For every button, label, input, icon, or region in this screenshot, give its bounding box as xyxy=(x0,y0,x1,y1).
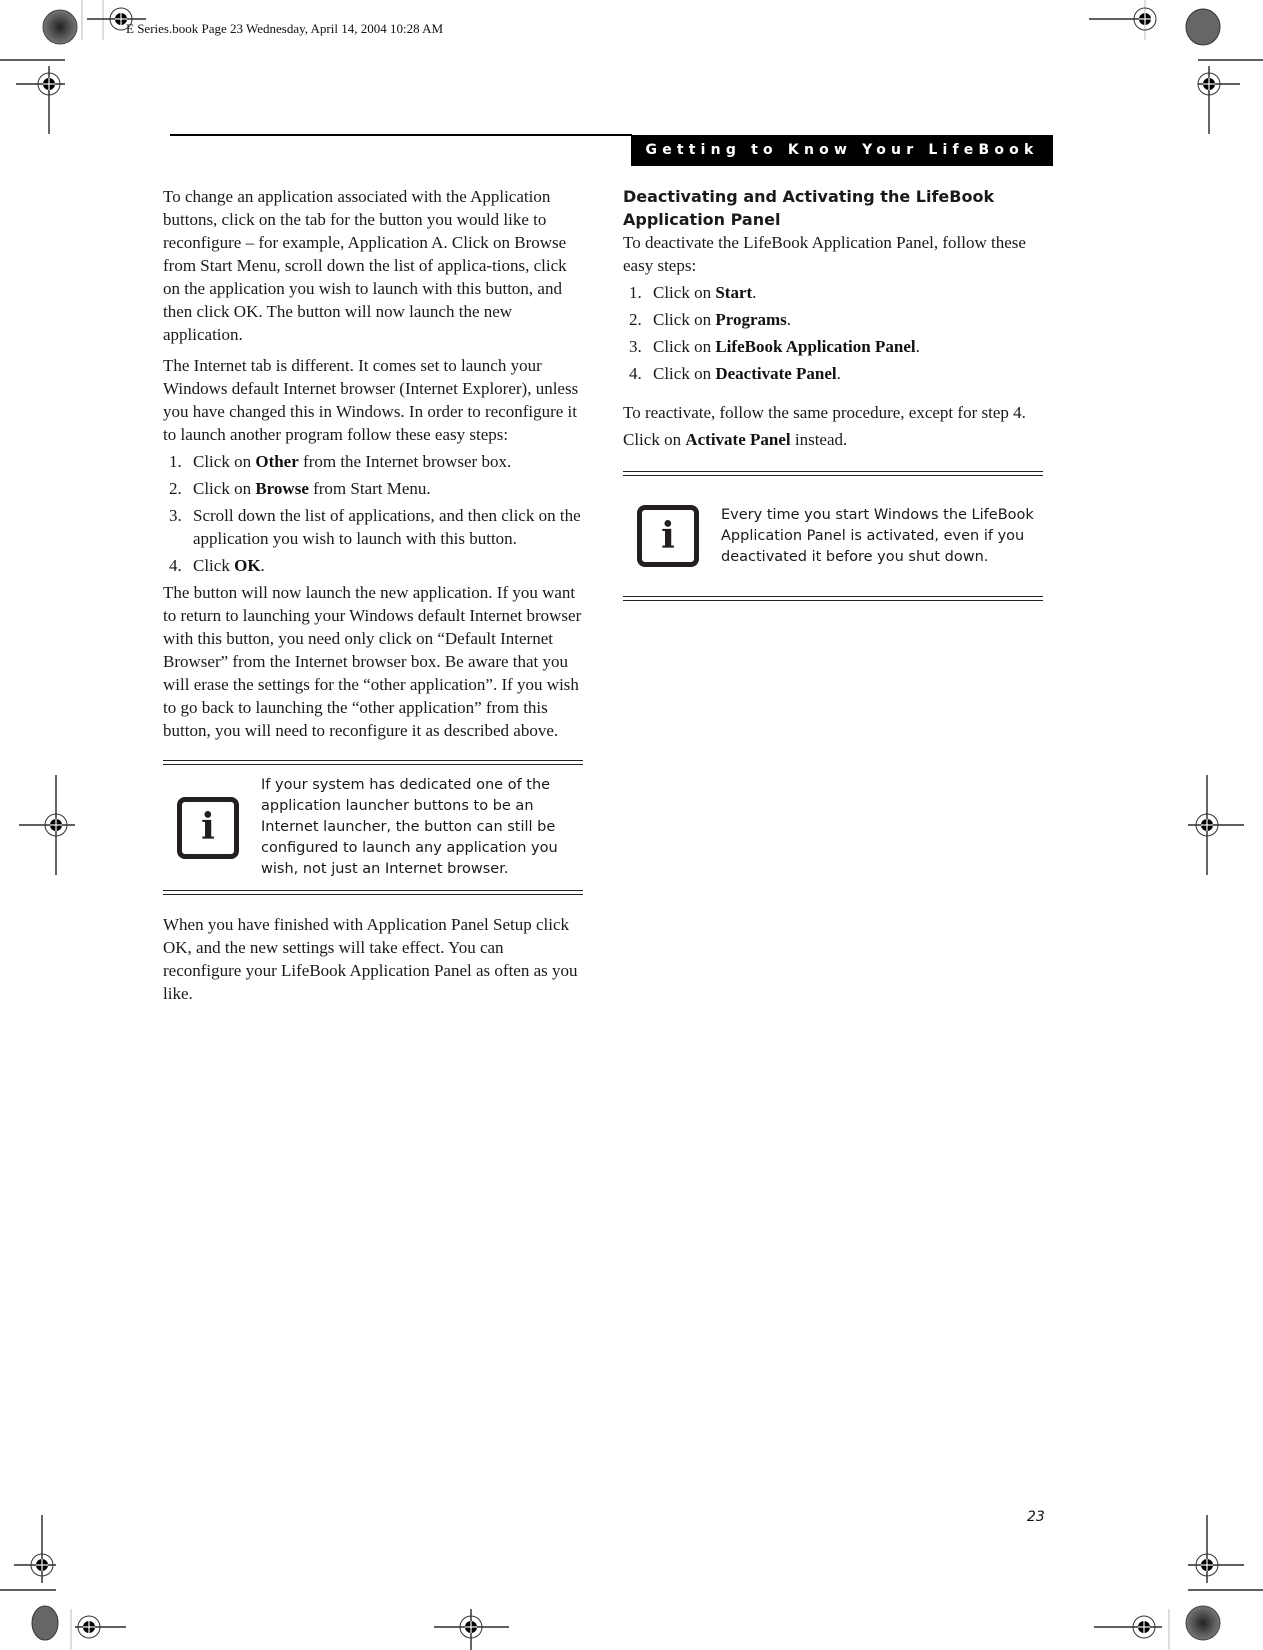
list-item: 3. Scroll down the list of applications, … xyxy=(163,504,583,550)
header-rule xyxy=(170,134,632,136)
section-heading: Deactivating and Activating the LifeBook… xyxy=(623,187,995,229)
paragraph-text: instead. xyxy=(790,430,848,449)
step-text: Click xyxy=(193,556,235,575)
step-text: Click on xyxy=(653,364,716,383)
paragraph: To reactivate, follow the same procedure… xyxy=(623,399,1043,453)
step-text: Click on xyxy=(653,337,716,356)
paragraph: To deactivate the LifeBook Application P… xyxy=(623,233,1026,275)
info-icon: i xyxy=(177,796,239,859)
step-number: 3. xyxy=(169,506,182,525)
info-icon: i xyxy=(637,505,699,567)
step-text: Scroll down the list of applications, an… xyxy=(193,506,581,548)
steps-list: 1. Click on Other from the Internet brows… xyxy=(163,450,583,577)
page-number: 23 xyxy=(1027,1509,1045,1525)
step-text: Click on xyxy=(193,479,256,498)
step-number: 3. xyxy=(629,337,642,356)
step-text: . xyxy=(752,283,757,302)
info-note: i Every time you start Windows the LifeB… xyxy=(623,471,1043,601)
step-emphasis: Deactivate Panel xyxy=(715,364,837,383)
list-item: 2. Click on Browse from Start Menu. xyxy=(163,477,583,500)
left-column: To change an application associated with… xyxy=(163,185,583,1013)
step-text: . xyxy=(836,364,841,383)
paragraph: When you have finished with Application … xyxy=(163,915,578,1003)
step-emphasis: Browse xyxy=(255,479,309,498)
color-star-icon xyxy=(1185,8,1221,46)
color-star-icon xyxy=(1185,1605,1221,1641)
list-item: 4. Click OK. xyxy=(163,554,583,577)
step-number: 4. xyxy=(629,364,642,383)
paragraph: The button will now launch the new appli… xyxy=(163,583,582,740)
step-text: . xyxy=(260,556,265,575)
step-text: . xyxy=(915,337,920,356)
paragraph: The Internet tab is different. It comes … xyxy=(163,356,579,444)
note-text: Every time you start Windows the LifeBoo… xyxy=(721,506,1034,565)
list-item: 1. Click on Other from the Internet brows… xyxy=(163,450,583,473)
step-number: 1. xyxy=(169,452,182,471)
step-number: 2. xyxy=(629,310,642,329)
section-header: Getting to Know Your LifeBook xyxy=(631,135,1053,166)
steps-list: 1. Click on Start. 2. Click on Programs. 3… xyxy=(623,281,1043,385)
paragraph: To change an application associated with… xyxy=(163,187,567,344)
step-emphasis: Other xyxy=(255,452,299,471)
step-emphasis: LifeBook Application Panel xyxy=(715,337,916,356)
step-text: from Start Menu. xyxy=(308,479,431,498)
step-emphasis: Start xyxy=(715,283,753,302)
print-slug: E Series.book Page 23 Wednesday, April 1… xyxy=(126,21,444,36)
step-text: from the Internet browser box. xyxy=(298,452,512,471)
note-text: If your system has dedicated one of the … xyxy=(261,777,558,877)
step-number: 4. xyxy=(169,556,182,575)
paragraph-emphasis: Activate Panel xyxy=(685,430,791,449)
step-number: 1. xyxy=(629,283,642,302)
step-text: Click on xyxy=(653,310,716,329)
step-text: Click on xyxy=(193,452,256,471)
step-emphasis: OK xyxy=(234,556,261,575)
list-item: 2. Click on Programs. xyxy=(623,308,1043,331)
list-item: 1. Click on Start. xyxy=(623,281,1043,304)
color-star-icon xyxy=(31,1605,59,1641)
color-star-icon xyxy=(42,9,78,45)
info-note: i If your system has dedicated one of th… xyxy=(163,760,583,895)
step-text: . xyxy=(786,310,792,329)
step-number: 2. xyxy=(169,479,182,498)
step-emphasis: Programs xyxy=(715,310,787,329)
list-item: 4. Click on Deactivate Panel. xyxy=(623,362,1043,385)
step-text: Click on xyxy=(653,283,716,302)
list-item: 3. Click on LifeBook Application Panel. xyxy=(623,335,1043,358)
right-column: Deactivating and Activating the LifeBook… xyxy=(623,185,1043,619)
